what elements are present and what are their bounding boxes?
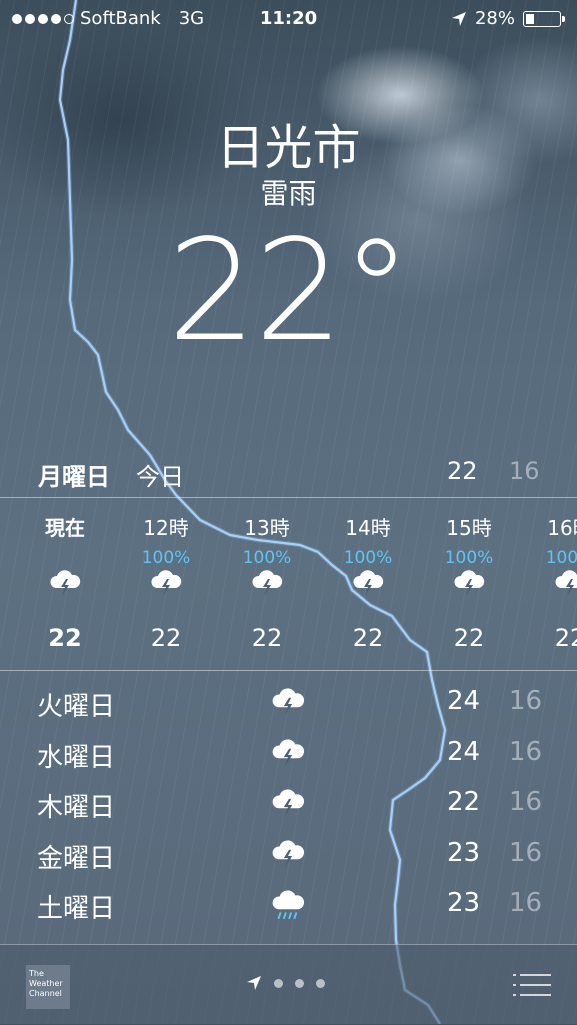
rain-icon bbox=[270, 888, 306, 922]
hourly-time: 16時 bbox=[547, 516, 577, 540]
page-dot bbox=[295, 978, 304, 988]
daily-low: 16 bbox=[509, 736, 543, 767]
hourly-temp: 22 bbox=[554, 624, 577, 652]
thunderstorm-icon bbox=[270, 787, 306, 821]
daily-day: 水曜日 bbox=[37, 742, 116, 773]
thunderstorm-icon bbox=[351, 568, 385, 600]
battery-percent: 28% bbox=[474, 8, 515, 29]
precipitation-chance: 100% bbox=[545, 548, 577, 568]
daily-high: 23 bbox=[447, 837, 481, 868]
page-control[interactable] bbox=[246, 975, 325, 991]
thunderstorm-icon bbox=[270, 838, 306, 872]
hourly-time: 15時 bbox=[446, 516, 492, 540]
daily-day: 金曜日 bbox=[37, 843, 116, 874]
thunderstorm-icon bbox=[270, 737, 306, 771]
weather-channel-logo[interactable]: The Weather Channel bbox=[26, 965, 70, 1009]
precipitation-chance: 100% bbox=[242, 548, 292, 568]
status-bar: SoftBank 3G 11:20 28% bbox=[0, 0, 577, 38]
today-high: 22 bbox=[447, 457, 478, 485]
today-day: 月曜日 bbox=[38, 463, 110, 491]
thunderstorm-icon bbox=[452, 568, 486, 600]
hourly-time: 14時 bbox=[345, 516, 391, 540]
thunderstorm-icon bbox=[48, 568, 82, 600]
precipitation-chance: 100% bbox=[141, 548, 191, 568]
hourly-forecast[interactable]: 現在 22 12時 100% 22 13時 100% 22 14時 100% 22 15時 100% 22… bbox=[0, 498, 577, 670]
daily-high: 23 bbox=[447, 888, 481, 918]
daily-day: 木曜日 bbox=[37, 793, 116, 823]
daily-low: 16 bbox=[509, 787, 543, 817]
thunderstorm-icon bbox=[250, 568, 284, 600]
daily-row: 土曜日 23 16 bbox=[0, 884, 577, 934]
daily-high: 24 bbox=[447, 736, 481, 767]
battery-icon bbox=[523, 10, 565, 27]
page-dot bbox=[274, 978, 283, 988]
city-list-icon[interactable] bbox=[513, 973, 551, 997]
daily-high: 22 bbox=[447, 787, 481, 817]
daily-row: 金曜日 23 16 bbox=[0, 834, 577, 884]
daily-row: 木曜日 22 16 bbox=[0, 783, 577, 833]
daily-day: 火曜日 bbox=[37, 692, 116, 722]
daily-low: 16 bbox=[509, 837, 543, 868]
page-dot bbox=[316, 978, 325, 988]
hourly-temp: 22 bbox=[352, 624, 384, 652]
hourly-temp: 22 bbox=[453, 624, 485, 652]
today-row: 月曜日 今日 22 16 bbox=[0, 454, 577, 494]
daily-row: 水曜日 24 16 bbox=[0, 733, 577, 783]
hourly-time: 現在 bbox=[45, 516, 85, 540]
daily-row: 火曜日 24 16 bbox=[0, 682, 577, 732]
hourly-time: 13時 bbox=[244, 516, 290, 540]
bottom-toolbar: The Weather Channel bbox=[0, 944, 577, 1025]
today-low: 16 bbox=[509, 457, 540, 485]
hourly-temp: 22 bbox=[251, 624, 283, 652]
city-name: 日光市 bbox=[216, 120, 361, 176]
daily-high: 24 bbox=[447, 686, 481, 716]
location-arrow-icon bbox=[247, 976, 261, 990]
precipitation-chance: 100% bbox=[444, 548, 494, 568]
daily-day: 土曜日 bbox=[37, 894, 116, 924]
today-label: 今日 bbox=[136, 463, 184, 491]
thunderstorm-icon bbox=[553, 568, 577, 600]
divider bbox=[0, 670, 577, 671]
daily-low: 16 bbox=[509, 686, 543, 716]
thunderstorm-icon bbox=[149, 568, 183, 600]
precipitation-chance: 100% bbox=[343, 548, 393, 568]
location-arrow-icon bbox=[451, 11, 466, 26]
hourly-temp: 22 bbox=[48, 624, 82, 652]
current-temperature: 22° bbox=[167, 210, 411, 373]
hourly-temp: 22 bbox=[150, 624, 182, 652]
thunderstorm-icon bbox=[270, 686, 306, 720]
hourly-time: 12時 bbox=[143, 516, 189, 540]
weather-condition: 雷雨 bbox=[260, 177, 317, 210]
daily-low: 16 bbox=[509, 888, 543, 918]
